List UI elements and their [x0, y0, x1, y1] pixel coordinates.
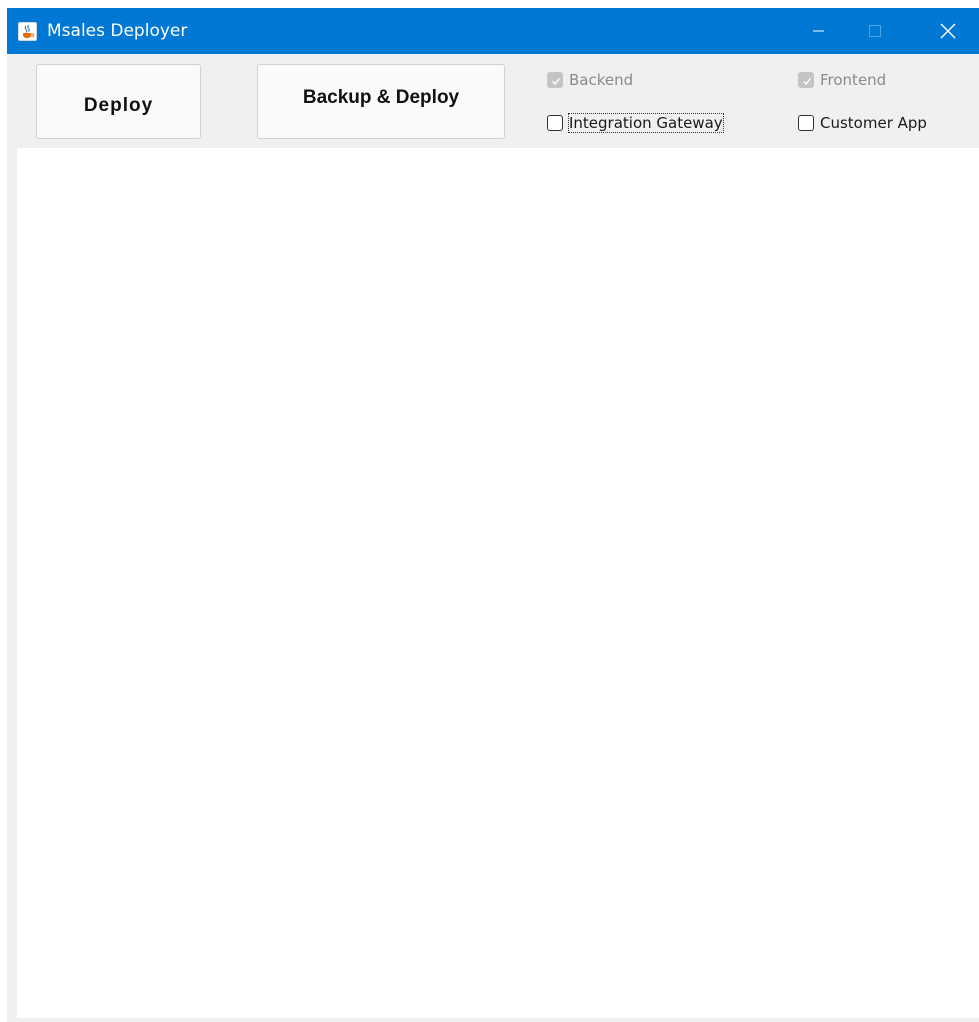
checkbox-checked-icon — [798, 72, 814, 88]
backend-checkbox[interactable]: Backend — [547, 70, 633, 90]
maximize-button[interactable] — [852, 8, 898, 54]
minimize-button[interactable] — [795, 8, 841, 54]
integration-gateway-label: Integration Gateway — [568, 113, 724, 133]
checkbox-checked-icon — [547, 72, 563, 88]
window-title: Msales Deployer — [47, 21, 188, 41]
customer-app-checkbox[interactable]: Customer App — [798, 113, 927, 133]
integration-gateway-checkbox[interactable]: Integration Gateway — [547, 113, 724, 133]
toolbar: Deploy Backup & Deploy Backend Frontend — [7, 54, 979, 148]
frontend-checkbox[interactable]: Frontend — [798, 70, 886, 90]
backup-and-deploy-button-label: Backup & Deploy — [302, 86, 460, 108]
title-bar[interactable]: Msales Deployer — [7, 8, 979, 54]
backend-label: Backend — [569, 71, 634, 89]
close-icon — [940, 23, 956, 39]
deploy-button-label: Deploy — [83, 94, 154, 116]
output-panel[interactable] — [17, 148, 979, 1018]
close-button[interactable] — [925, 8, 971, 54]
maximize-icon — [869, 25, 881, 37]
checkbox-unchecked-icon — [798, 115, 814, 131]
app-window: Msales Deployer Deploy Backup & Deploy B… — [7, 8, 979, 1022]
checkbox-unchecked-icon — [547, 115, 563, 131]
frontend-label: Frontend — [820, 71, 887, 89]
minimize-icon — [813, 30, 824, 32]
deploy-button[interactable]: Deploy — [36, 64, 201, 139]
backup-and-deploy-button[interactable]: Backup & Deploy — [257, 64, 505, 139]
java-cup-icon — [18, 22, 37, 41]
customer-app-label: Customer App — [820, 114, 927, 132]
